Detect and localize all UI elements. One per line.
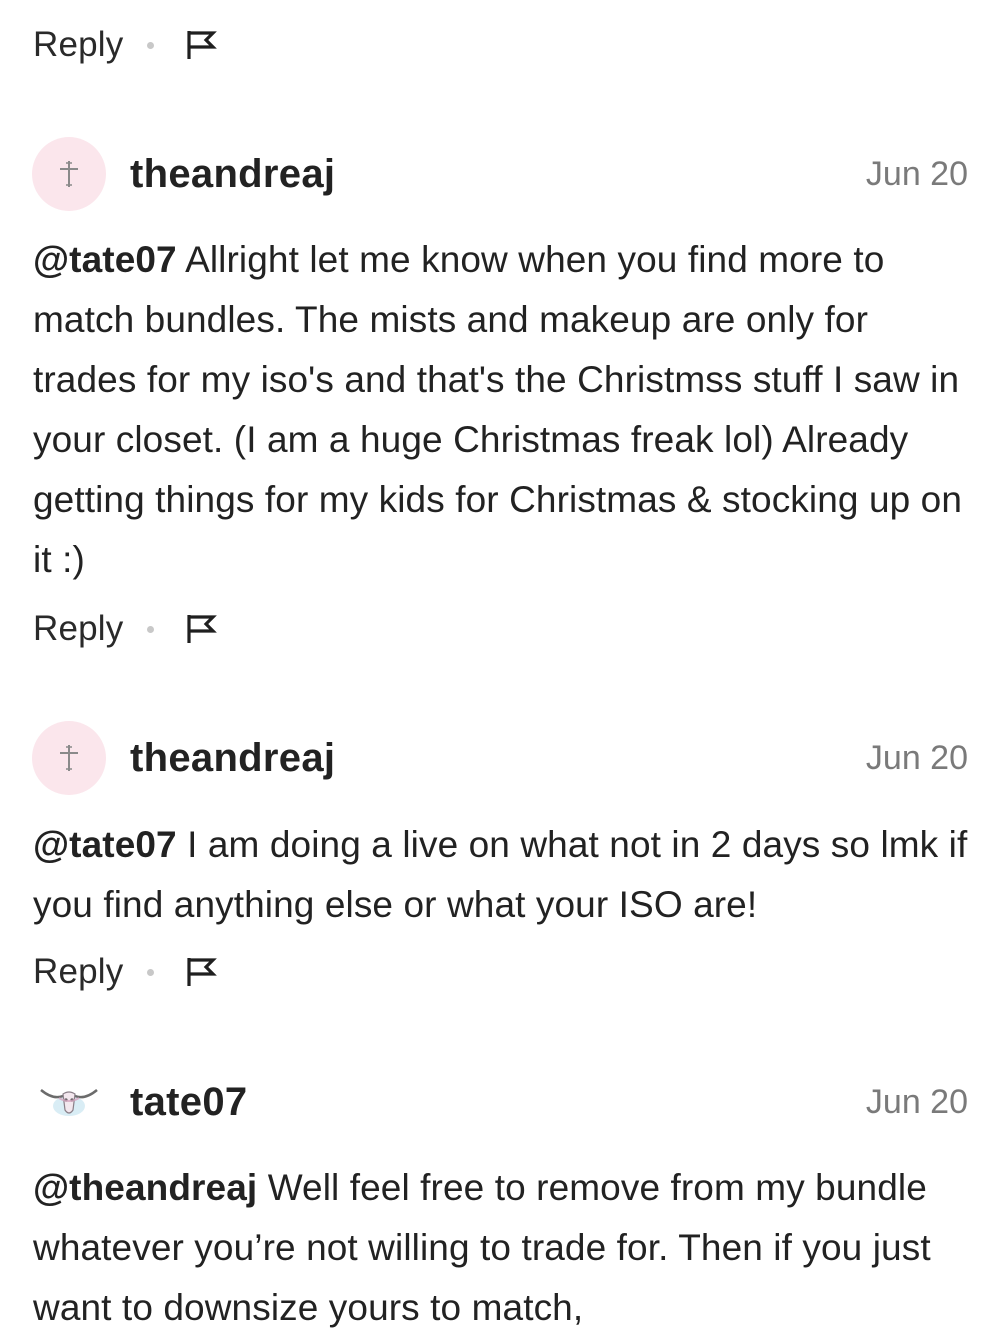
cross-icon — [60, 745, 78, 771]
flag-icon[interactable] — [184, 28, 218, 62]
comment-header: theandreaj Jun 20 — [32, 720, 968, 796]
separator-dot — [147, 625, 155, 633]
comment-actions: Reply — [33, 952, 218, 992]
comment-actions: Reply — [33, 609, 218, 649]
mention-link[interactable]: @theandreaj — [33, 1167, 257, 1208]
comment-username[interactable]: theandreaj — [130, 152, 335, 197]
comment-date: Jun 20 — [865, 154, 968, 193]
comment-message: Allright let me know when you find more … — [33, 239, 963, 580]
comment-text: @tate07 I am doing a live on what not in… — [33, 815, 978, 935]
separator-dot — [147, 41, 155, 49]
mention-link[interactable]: @tate07 — [33, 239, 177, 280]
reply-button[interactable]: Reply — [33, 609, 123, 649]
comment-username[interactable]: theandreaj — [130, 736, 335, 781]
comment-actions: Reply — [33, 25, 218, 65]
reply-button[interactable]: Reply — [33, 25, 123, 65]
longhorn-skull-icon — [40, 1089, 98, 1116]
avatar[interactable] — [32, 137, 106, 211]
avatar[interactable] — [32, 721, 106, 795]
flag-icon[interactable] — [184, 612, 218, 646]
comment-date: Jun 20 — [865, 738, 968, 777]
separator-dot — [147, 968, 155, 976]
comment-header: tate07 Jun 20 — [32, 1064, 968, 1140]
mention-link[interactable]: @tate07 — [33, 824, 177, 865]
cross-icon — [60, 161, 78, 187]
comment-text: @theandreaj Well feel free to remove fro… — [33, 1158, 978, 1338]
reply-button[interactable]: Reply — [33, 952, 123, 992]
comment-header: theandreaj Jun 20 — [32, 136, 968, 212]
comment-text: @tate07 Allright let me know when you fi… — [33, 230, 978, 590]
flag-icon[interactable] — [184, 955, 218, 989]
avatar[interactable] — [32, 1065, 106, 1139]
comment-username[interactable]: tate07 — [130, 1080, 247, 1125]
comment-date: Jun 20 — [865, 1082, 968, 1121]
